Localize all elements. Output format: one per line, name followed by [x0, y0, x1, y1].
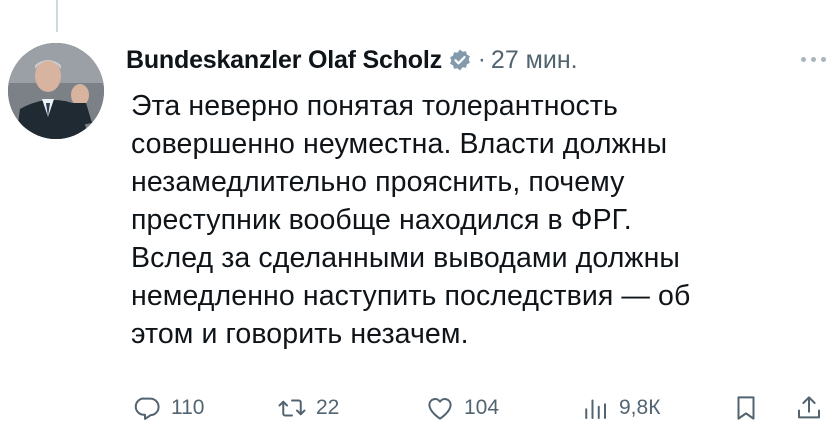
timestamp[interactable]: 27 мин.: [491, 46, 578, 75]
retweet-count: 22: [316, 396, 340, 419]
reply-icon: [132, 393, 162, 423]
avatar-photo: [8, 43, 104, 139]
more-icon[interactable]: [801, 54, 831, 64]
retweet-button[interactable]: 22: [277, 388, 339, 428]
views-icon: [580, 393, 610, 423]
reply-button[interactable]: 110: [132, 388, 204, 428]
share-icon: [794, 393, 824, 423]
thread-line: [56, 0, 58, 32]
retweet-icon: [277, 393, 307, 423]
like-button[interactable]: 104: [425, 388, 499, 428]
views-button[interactable]: 9,8К: [580, 388, 660, 428]
bookmark-icon: [731, 393, 761, 423]
reply-count: 110: [171, 396, 205, 419]
views-count: 9,8К: [619, 396, 661, 419]
like-count: 104: [464, 396, 500, 419]
separator-dot: ·: [477, 46, 486, 73]
tweet-text: Эта неверно понятая толерантность соверш…: [131, 90, 691, 350]
action-bar: 110 22 104 9,8К: [0, 388, 837, 428]
heart-icon: [425, 393, 455, 423]
avatar[interactable]: [8, 43, 104, 139]
author-name[interactable]: Bundeskanzler Olaf Scholz: [126, 46, 442, 75]
tweet-header: Bundeskanzler Olaf Scholz · 27 мин.: [126, 42, 578, 78]
bookmark-button[interactable]: [731, 388, 761, 428]
share-button[interactable]: [794, 388, 824, 428]
verified-badge-icon: [448, 48, 472, 72]
